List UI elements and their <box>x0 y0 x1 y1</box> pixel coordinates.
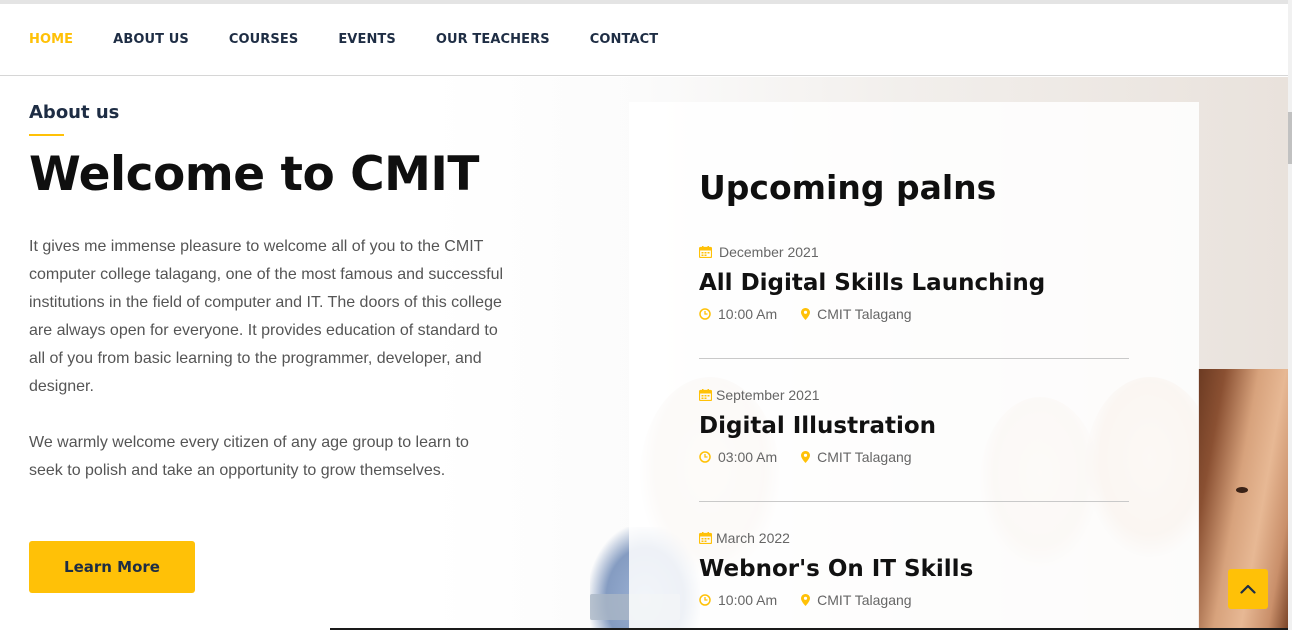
nav-home[interactable]: HOME <box>29 32 73 47</box>
event-date: December 2021 <box>699 243 1129 261</box>
event-location-text: CMIT Talagang <box>817 306 912 322</box>
back-to-top-button[interactable] <box>1228 569 1268 609</box>
event-name[interactable]: Digital Illustration <box>699 411 1129 441</box>
welcome-paragraph: We warmly welcome every citizen of any a… <box>29 434 469 479</box>
section-label-underline <box>29 134 64 136</box>
nav-contact[interactable]: CONTACT <box>590 32 659 47</box>
event-date-text: December 2021 <box>719 244 819 260</box>
calendar-icon <box>699 389 712 401</box>
event-item[interactable]: September 2021 Digital Illustration 03:0… <box>699 386 1129 466</box>
clock-icon <box>699 308 711 320</box>
map-pin-icon <box>801 308 811 320</box>
section-label: About us <box>29 102 120 123</box>
event-location-text: CMIT Talagang <box>817 449 912 465</box>
calendar-icon <box>699 246 712 258</box>
event-date: March 2022 <box>699 529 1129 547</box>
event-time: 10:00 Am <box>699 592 777 608</box>
event-time-text: 10:00 Am <box>718 592 778 608</box>
calendar-icon <box>699 532 712 544</box>
clock-icon <box>699 594 711 606</box>
event-item[interactable]: December 2021 All Digital Skills Launchi… <box>699 243 1129 323</box>
event-time-text: 03:00 Am <box>718 449 778 465</box>
nav-our-teachers[interactable]: OUR TEACHERS <box>436 32 550 47</box>
event-meta: 10:00 Am CMIT Talagang <box>699 305 1129 323</box>
event-meta: 10:00 Am CMIT Talagang <box>699 591 1129 609</box>
event-item[interactable]: March 2022 Webnor's On IT Skills 10:00 A… <box>699 529 1129 609</box>
upcoming-plans-card: Upcoming palns December 2021 All Digital… <box>629 102 1199 630</box>
event-date-text: September 2021 <box>716 387 820 403</box>
event-time: 03:00 Am <box>699 449 777 465</box>
nav-events[interactable]: EVENTS <box>338 32 396 47</box>
scrollbar-thumb[interactable] <box>1288 112 1292 164</box>
learn-more-button[interactable]: Learn More <box>29 541 195 593</box>
event-date-text: March 2022 <box>716 530 790 546</box>
event-divider <box>699 358 1129 359</box>
event-time-text: 10:00 Am <box>718 306 778 322</box>
event-location-text: CMIT Talagang <box>817 592 912 608</box>
intro-paragraph: It gives me immense pleasure to welcome … <box>29 238 504 395</box>
event-name[interactable]: All Digital Skills Launching <box>699 268 1129 298</box>
event-location: CMIT Talagang <box>801 449 912 465</box>
map-pin-icon <box>801 594 811 606</box>
event-location: CMIT Talagang <box>801 592 912 608</box>
nav-about-us[interactable]: ABOUT US <box>113 32 189 47</box>
event-name[interactable]: Webnor's On IT Skills <box>699 554 1129 584</box>
map-pin-icon <box>801 451 811 463</box>
nav-menu: HOME ABOUT US COURSES EVENTS OUR TEACHER… <box>29 4 698 75</box>
portrait-eye <box>1236 487 1248 493</box>
event-location: CMIT Talagang <box>801 306 912 322</box>
nav-courses[interactable]: COURSES <box>229 32 298 47</box>
chevron-up-icon <box>1240 584 1256 594</box>
event-meta: 03:00 Am CMIT Talagang <box>699 448 1129 466</box>
event-time: 10:00 Am <box>699 306 777 322</box>
clock-icon <box>699 451 711 463</box>
upcoming-plans-title: Upcoming palns <box>699 168 997 207</box>
event-divider <box>699 501 1129 502</box>
page-title: Welcome to CMIT <box>29 147 479 202</box>
scrollbar-track[interactable] <box>1288 0 1292 630</box>
event-date: September 2021 <box>699 386 1129 404</box>
top-navigation: HOME ABOUT US COURSES EVENTS OUR TEACHER… <box>0 4 1288 76</box>
about-section: About us Welcome to CMIT It gives me imm… <box>0 77 1288 630</box>
